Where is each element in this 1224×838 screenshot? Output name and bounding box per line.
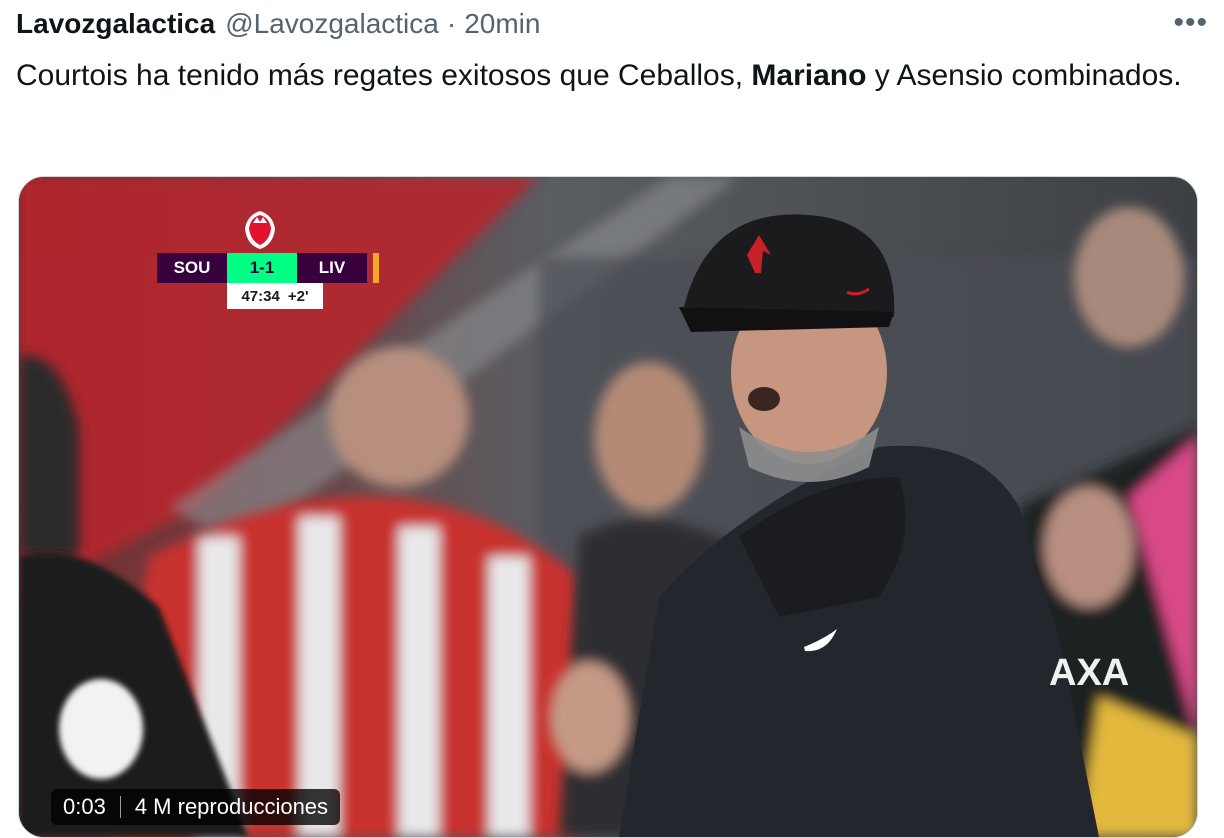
tweet-text: Courtois ha tenido más regates exitosos … [16,52,1196,100]
premier-league-lion-icon [245,211,275,249]
away-team: LIV [297,253,367,283]
match-score: 1-1 [227,253,297,283]
video-duration: 0:03 [63,794,106,819]
tweet-header: Lavozgalactica @Lavozgalactica · 20min •… [16,4,1208,44]
tweet-video[interactable]: AXA SOU 1-1 LIV 47:34 +2' 0:03 4 M repro… [18,176,1198,838]
tweet-timestamp[interactable]: 20min [464,8,540,40]
video-info-divider [119,796,121,818]
clock-time: 47:34 [241,287,280,305]
home-team: SOU [157,253,227,283]
match-clock: 47:34 +2' [227,283,323,309]
tweet-text-part1: Courtois ha tenido más regates exitosos … [16,59,752,92]
more-icon[interactable]: ••• [1173,6,1208,40]
jacket-sponsor-text: AXA [1049,652,1129,694]
video-overlay-info: 0:03 4 M reproducciones [51,789,341,825]
tweet-text-bold: Mariano [751,59,867,92]
separator-dot: · [446,8,457,39]
added-time: +2' [287,287,309,305]
author-name[interactable]: Lavozgalactica [16,8,215,40]
tweet-text-part2: y Asensio combinados. [866,59,1182,92]
view-count: 4 M reproducciones [134,794,329,819]
away-team-color-bar [373,253,379,283]
author-handle[interactable]: @Lavozgalactica [225,8,439,40]
scorebug: SOU 1-1 LIV 47:34 +2' [157,207,387,311]
score-row: SOU 1-1 LIV [157,253,379,283]
